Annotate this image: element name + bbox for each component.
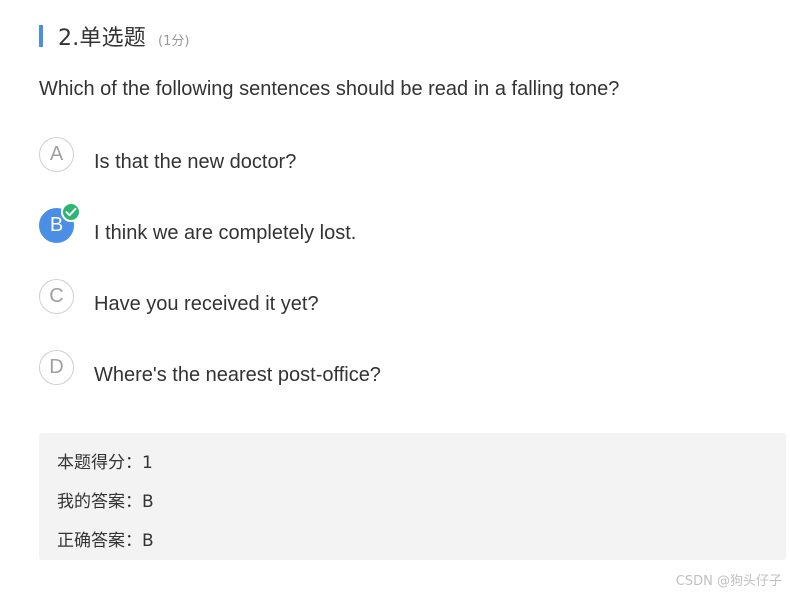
accent-bar bbox=[39, 25, 43, 47]
option-letter-circle[interactable]: D bbox=[39, 350, 74, 385]
check-icon bbox=[61, 202, 81, 222]
option-d[interactable]: D Where's the nearest post-office? bbox=[39, 350, 539, 400]
question-title: 2.单选题 bbox=[58, 26, 146, 51]
option-text[interactable]: Is that the new doctor? bbox=[94, 151, 296, 174]
option-text[interactable]: I think we are completely lost. bbox=[94, 222, 356, 245]
option-a[interactable]: A Is that the new doctor? bbox=[39, 137, 539, 187]
correct-answer-value: B bbox=[142, 531, 154, 551]
my-answer-label: 我的答案： bbox=[57, 492, 142, 512]
option-letter-circle[interactable]: A bbox=[39, 137, 74, 172]
correct-answer-row: 正确答案：B bbox=[57, 526, 154, 551]
option-letter-circle[interactable]: C bbox=[39, 279, 74, 314]
question-header: 2.单选题 (1分) bbox=[39, 22, 190, 51]
correct-answer-label: 正确答案： bbox=[57, 531, 142, 551]
option-text[interactable]: Where's the nearest post-office? bbox=[94, 364, 381, 387]
question-text: Which of the following sentences should … bbox=[39, 78, 620, 100]
option-c[interactable]: C Have you received it yet? bbox=[39, 279, 539, 329]
option-text[interactable]: Have you received it yet? bbox=[94, 293, 319, 316]
option-b[interactable]: B I think we are completely lost. bbox=[39, 202, 539, 258]
my-answer-value: B bbox=[142, 492, 154, 512]
score-label: 本题得分： bbox=[57, 453, 142, 473]
question-score: (1分) bbox=[158, 33, 190, 49]
score-row: 本题得分：1 bbox=[57, 448, 153, 473]
score-value: 1 bbox=[142, 453, 153, 473]
watermark: CSDN @狗头仔子 bbox=[675, 574, 782, 589]
my-answer-row: 我的答案：B bbox=[57, 487, 154, 512]
answer-summary-box: 本题得分：1 我的答案：B 正确答案：B bbox=[39, 433, 786, 560]
